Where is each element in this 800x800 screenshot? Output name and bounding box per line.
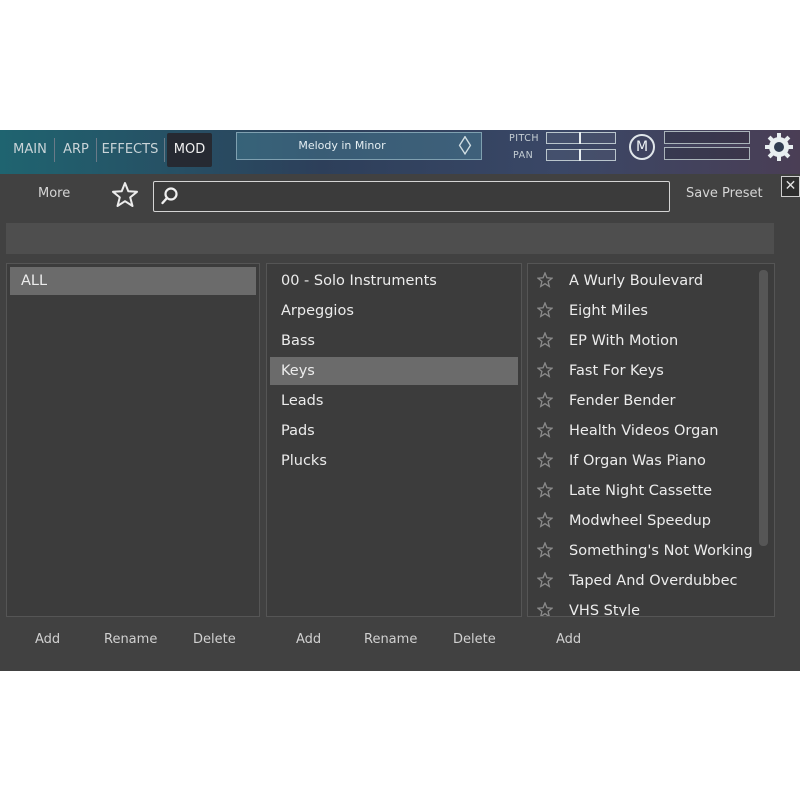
star-outline-icon[interactable] (537, 302, 553, 318)
star-outline-icon[interactable] (537, 602, 553, 617)
category-item[interactable]: Arpeggios (270, 297, 518, 325)
pitch-label: PITCH (509, 133, 540, 144)
presets-panel: A Wurly Boulevard Eight Miles EP With Mo… (527, 263, 775, 617)
preset-item[interactable]: Eight Miles (528, 296, 760, 326)
category-delete-button[interactable]: Delete (453, 632, 496, 647)
search-box[interactable] (153, 181, 670, 212)
star-outline-icon[interactable] (537, 392, 553, 408)
preset-name: Fast For Keys (569, 363, 664, 379)
category-item-selected[interactable]: Keys (270, 357, 518, 385)
category-item[interactable]: Plucks (270, 447, 518, 475)
preset-item[interactable]: Fender Bender (528, 386, 760, 416)
pan-label: PAN (513, 150, 534, 161)
preset-item[interactable]: EP With Motion (528, 326, 760, 356)
preset-item[interactable]: Health Videos Organ (528, 416, 760, 446)
preset-name: Modwheel Speedup (569, 513, 711, 529)
star-outline-icon[interactable] (537, 362, 553, 378)
gear-icon[interactable] (762, 130, 796, 164)
bank-item-all[interactable]: ALL (10, 267, 256, 295)
star-outline-icon[interactable] (537, 452, 553, 468)
preset-display[interactable]: Melody in Minor 〈 〉 (236, 132, 483, 160)
preset-add-button[interactable]: Add (556, 632, 581, 647)
preset-name: VHS Style (569, 603, 641, 617)
bank-rename-button[interactable]: Rename (104, 632, 157, 647)
star-outline-icon[interactable] (537, 272, 553, 288)
preset-item[interactable]: VHS Style (528, 596, 760, 617)
tab-divider (54, 138, 55, 162)
category-add-button[interactable]: Add (296, 632, 321, 647)
preset-name: Late Night Cassette (569, 483, 713, 499)
next-preset-button[interactable]: 〉 (463, 135, 483, 157)
top-bar: MAIN ARP EFFECTS MOD Melody in Minor 〈 〉… (0, 130, 800, 174)
star-outline-icon[interactable] (537, 572, 553, 588)
star-outline-icon[interactable] (537, 542, 553, 558)
preset-item[interactable]: Fast For Keys (528, 356, 760, 386)
tab-mod[interactable]: MOD (167, 133, 212, 167)
preset-name: EP With Motion (569, 333, 679, 349)
category-item[interactable]: 00 - Solo Instruments (270, 267, 518, 295)
tab-effects[interactable]: EFFECTS (98, 133, 162, 167)
save-preset-button[interactable]: Save Preset (686, 186, 763, 201)
info-strip (6, 223, 774, 254)
star-outline-icon[interactable] (111, 181, 139, 209)
category-item[interactable]: Leads (270, 387, 518, 415)
level-meter-right (664, 147, 750, 160)
preset-name: Something's Not Working (569, 543, 753, 559)
star-outline-icon[interactable] (537, 332, 553, 348)
m-button[interactable]: M (629, 134, 655, 160)
pitch-slider[interactable] (546, 132, 616, 144)
tab-divider (96, 138, 97, 162)
preset-item[interactable]: Modwheel Speedup (528, 506, 760, 536)
banks-panel: ALL (6, 263, 260, 617)
pitch-slider-handle[interactable] (579, 132, 581, 144)
category-rename-button[interactable]: Rename (364, 632, 417, 647)
preset-item[interactable]: Something's Not Working (528, 536, 760, 566)
categories-panel: 00 - Solo Instruments Arpeggios Bass Key… (266, 263, 522, 617)
current-preset-name: Melody in Minor (298, 139, 386, 152)
preset-scrollbar[interactable] (759, 270, 768, 546)
level-meter-left (664, 131, 750, 144)
tab-divider (164, 138, 165, 162)
preset-name: Eight Miles (569, 303, 648, 319)
category-item[interactable]: Bass (270, 327, 518, 355)
bank-add-button[interactable]: Add (35, 632, 60, 647)
star-outline-icon[interactable] (537, 512, 553, 528)
preset-item[interactable]: A Wurly Boulevard (528, 266, 760, 296)
pan-slider[interactable] (546, 149, 616, 161)
preset-name: Health Videos Organ (569, 423, 719, 439)
close-icon[interactable]: ✕ (781, 176, 800, 197)
preset-name: Taped And Overdubbec (569, 573, 738, 589)
bank-delete-button[interactable]: Delete (193, 632, 236, 647)
preset-item[interactable]: If Organ Was Piano (528, 446, 760, 476)
category-item[interactable]: Pads (270, 417, 518, 445)
search-icon (161, 187, 178, 205)
preset-name: A Wurly Boulevard (569, 273, 704, 289)
star-outline-icon[interactable] (537, 422, 553, 438)
preset-name: If Organ Was Piano (569, 453, 706, 469)
tab-arp[interactable]: ARP (57, 133, 95, 167)
tab-main[interactable]: MAIN (8, 133, 52, 167)
search-input[interactable] (184, 185, 654, 207)
preset-name: Fender Bender (569, 393, 676, 409)
preset-item[interactable]: Taped And Overdubbec (528, 566, 760, 596)
star-outline-icon[interactable] (537, 482, 553, 498)
pan-slider-handle[interactable] (579, 149, 581, 161)
preset-browser-window: MAIN ARP EFFECTS MOD Melody in Minor 〈 〉… (0, 130, 800, 671)
more-button[interactable]: More (38, 186, 70, 201)
preset-item[interactable]: Late Night Cassette (528, 476, 760, 506)
